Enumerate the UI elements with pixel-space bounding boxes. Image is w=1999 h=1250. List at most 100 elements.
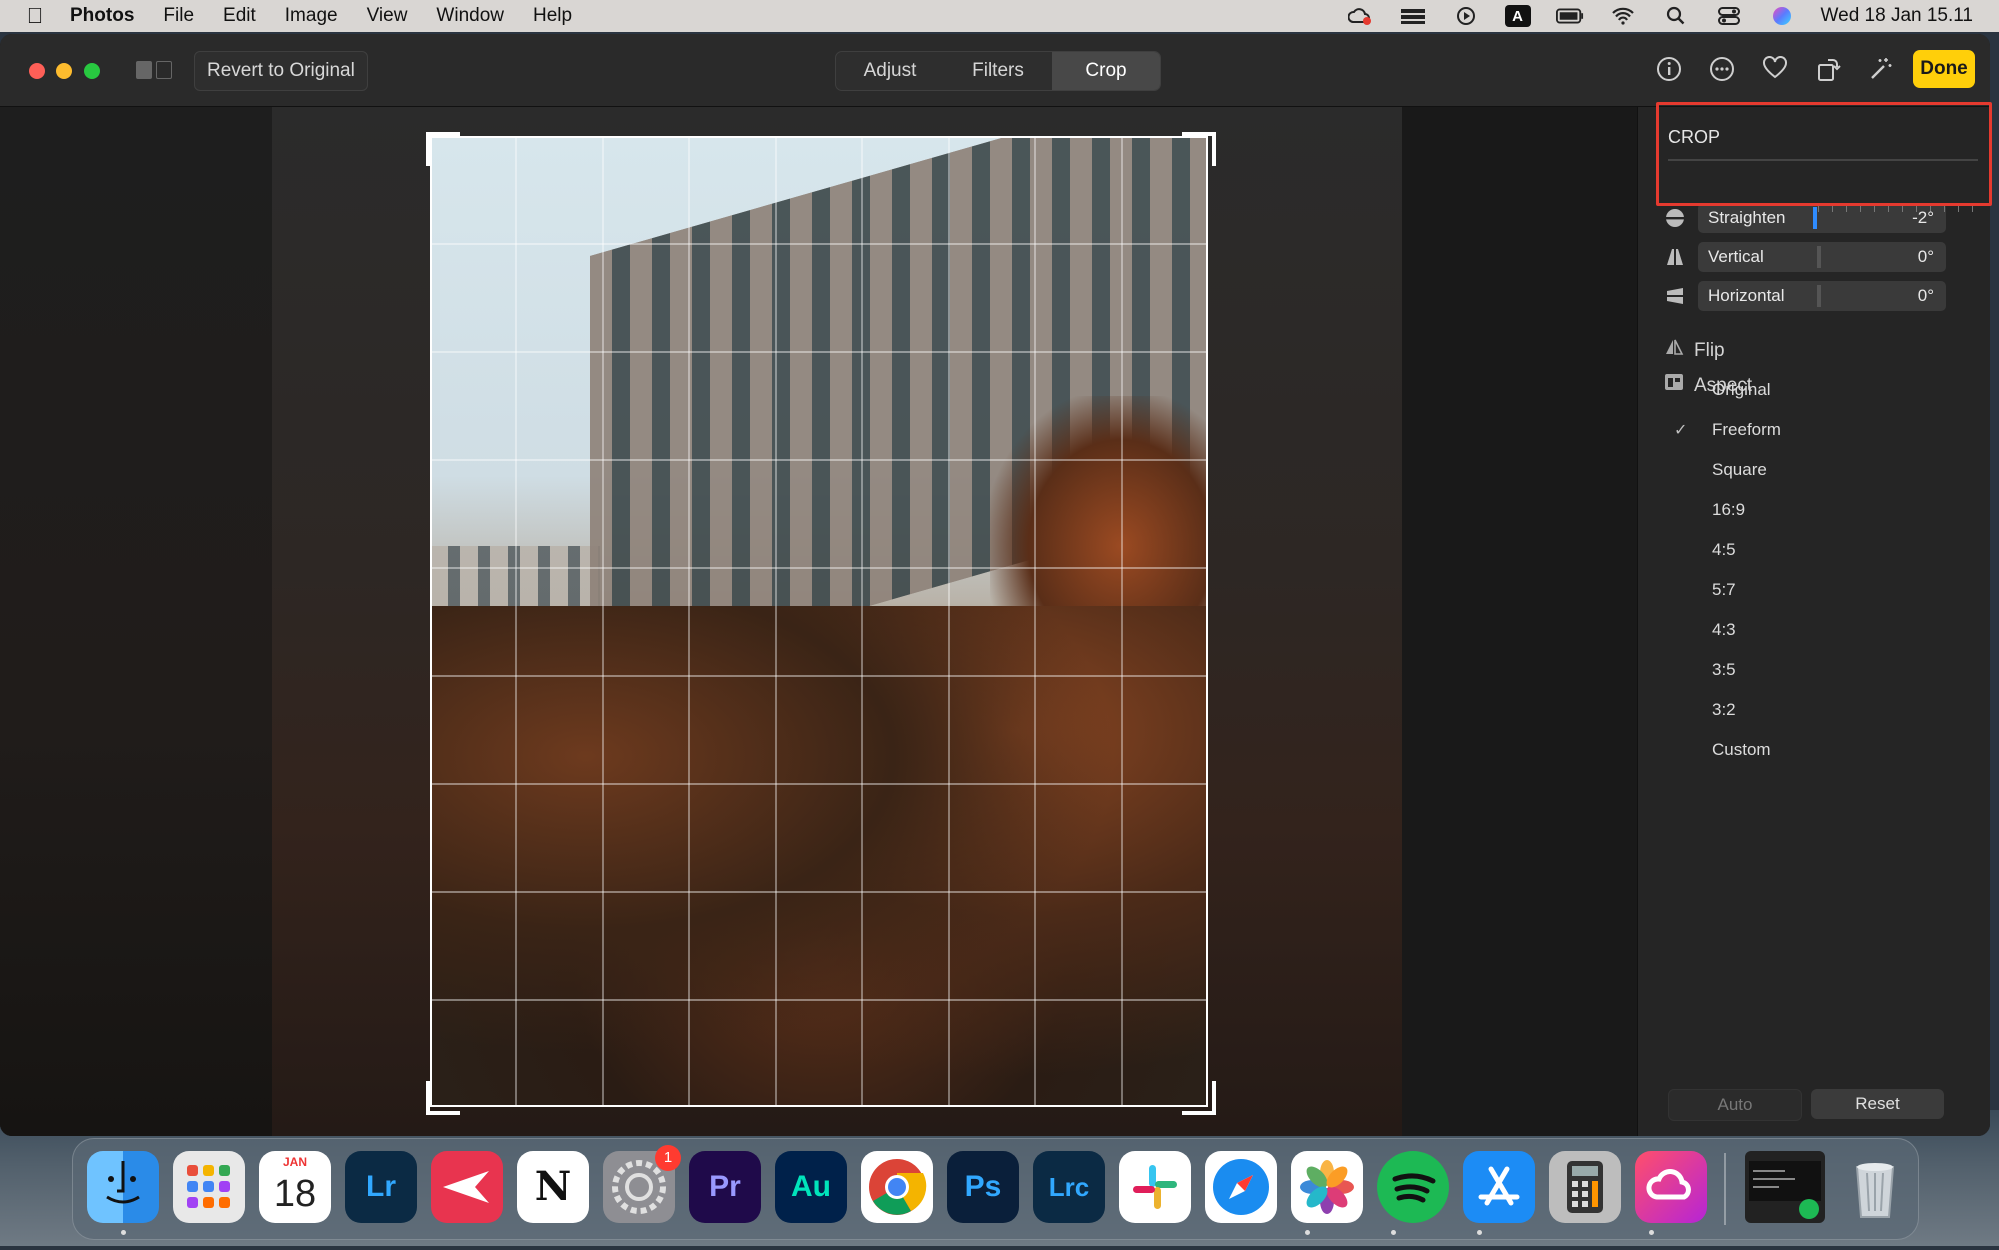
notion-icon[interactable]: N [517,1151,589,1223]
photos-running-dot [1391,1230,1396,1235]
editor-toolbar: Revert to Original Adjust Filters Crop D… [0,34,1990,107]
crop-handle-top-right[interactable] [1182,132,1216,166]
music-widget-icon[interactable] [1745,1151,1825,1223]
vertical-knob[interactable] [1817,246,1821,268]
spotlight-search-icon[interactable] [1662,5,1690,27]
creative-cloud-status-icon[interactable] [1346,5,1374,27]
vertical-slider[interactable]: Vertical 0° [1664,242,1984,272]
compare-view-icon[interactable] [136,61,172,79]
play-status-icon[interactable] [1452,5,1480,27]
menu-view[interactable]: View [367,5,408,27]
aspect-16-9[interactable]: 16:9 [1712,500,1745,520]
more-icon[interactable] [1708,56,1736,84]
magic-wand-icon[interactable] [1867,56,1895,84]
calendar-day: 18 [273,1173,317,1215]
horizontal-slider[interactable]: Horizontal 0° [1664,281,1984,311]
trash-icon[interactable] [1839,1151,1911,1223]
tab-adjust[interactable]: Adjust [836,52,944,90]
zoom-window-button[interactable] [84,63,100,79]
menu-edit[interactable]: Edit [223,5,256,27]
audition-icon[interactable]: Au [775,1151,847,1223]
straighten-slider[interactable]: Straighten -2° [1664,203,1984,233]
horizontal-value: 0° [1917,286,1934,305]
input-source-icon[interactable]: A [1504,5,1531,27]
safari-running-dot [1305,1230,1310,1235]
aspect-4-5[interactable]: 4:5 [1712,540,1736,560]
aspect-square[interactable]: Square [1712,460,1767,480]
photos-icon[interactable] [1291,1151,1363,1223]
close-window-button[interactable] [29,63,45,79]
auto-button[interactable]: Auto [1668,1089,1802,1121]
wifi-icon[interactable] [1609,5,1637,27]
aspect-icon [1664,373,1686,397]
info-icon[interactable] [1655,56,1683,84]
spark-icon[interactable] [431,1151,503,1223]
settings-badge: 1 [655,1145,681,1171]
photoshop-icon[interactable]: Ps [947,1151,1019,1223]
straighten-value: -2° [1912,208,1934,227]
aspect-3-5[interactable]: 3:5 [1712,660,1736,680]
system-settings-icon[interactable]: 1 [603,1145,681,1223]
edit-mode-tabs: Adjust Filters Crop [835,51,1161,91]
crop-handle-top-left[interactable] [426,132,460,166]
straighten-knob[interactable] [1813,207,1817,229]
battery-icon[interactable] [1555,5,1584,27]
spotify-running-dot [1477,1230,1482,1235]
photo-canvas [0,107,1637,1136]
control-center-icon[interactable] [1715,5,1743,27]
flip-icon [1664,338,1686,362]
aspect-original[interactable]: Original [1712,380,1771,400]
menu-image[interactable]: Image [285,5,338,27]
menu-clock[interactable]: Wed 18 Jan 15.11 [1821,5,1973,27]
spotify-icon[interactable] [1377,1151,1449,1223]
tab-crop[interactable]: Crop [1052,52,1160,90]
chrome-icon[interactable] [861,1151,933,1223]
menu-file[interactable]: File [163,5,194,27]
flip-button[interactable]: Flip [1664,338,1725,362]
finder-running-dot [121,1230,126,1235]
creative-cloud-icon[interactable] [1635,1151,1707,1223]
slack-icon[interactable] [1119,1151,1191,1223]
lightroom-classic-icon[interactable]: Lrc [1033,1151,1105,1223]
menu-window[interactable]: Window [436,5,504,27]
done-button[interactable]: Done [1913,50,1975,88]
menu-app-name[interactable]: Photos [70,5,134,27]
stack-status-icon[interactable] [1399,5,1427,27]
aspect-3-2[interactable]: 3:2 [1712,700,1736,720]
apple-menu-icon[interactable]:  [0,3,70,29]
aspect-5-7[interactable]: 5:7 [1712,580,1736,600]
siri-icon[interactable] [1768,5,1796,27]
straighten-label: Straighten [1708,208,1786,227]
calculator-running-dot [1649,1230,1654,1235]
calendar-icon[interactable]: JAN 18 [259,1151,331,1223]
minimize-window-button[interactable] [56,63,72,79]
crop-handle-bottom-left[interactable] [426,1081,460,1115]
heart-icon[interactable] [1761,56,1789,84]
crop-handle-bottom-right[interactable] [1182,1081,1216,1115]
launchpad-icon[interactable] [173,1151,245,1223]
vertical-icon [1664,246,1686,268]
canvas-backdrop-left [0,107,272,1136]
app-store-icon[interactable] [1463,1151,1535,1223]
vertical-value: 0° [1917,247,1934,266]
rotate-icon[interactable] [1814,56,1842,84]
premiere-icon[interactable]: Pr [689,1151,761,1223]
lightroom-icon[interactable]: Lr [345,1151,417,1223]
aspect-4-3[interactable]: 4:3 [1712,620,1736,640]
finder-icon[interactable] [87,1151,159,1223]
tab-filters[interactable]: Filters [944,52,1052,90]
reset-button[interactable]: Reset [1811,1089,1944,1119]
crop-grid [430,136,1208,1107]
crop-sidebar: CROP Straighten -2° Vertical 0° Horizont… [1637,107,1990,1136]
horizontal-knob[interactable] [1817,285,1821,307]
menu-bar:  Photos File Edit Image View Window Hel… [0,0,1999,32]
horizontal-icon [1664,285,1686,307]
dock-separator [1724,1153,1726,1225]
aspect-custom[interactable]: Custom [1712,740,1771,760]
aspect-freeform[interactable]: Freeform [1712,420,1781,440]
crop-area[interactable] [430,136,1208,1107]
safari-icon[interactable] [1205,1151,1277,1223]
revert-to-original-button[interactable]: Revert to Original [194,51,368,91]
menu-help[interactable]: Help [533,5,572,27]
calculator-icon[interactable] [1549,1151,1621,1223]
